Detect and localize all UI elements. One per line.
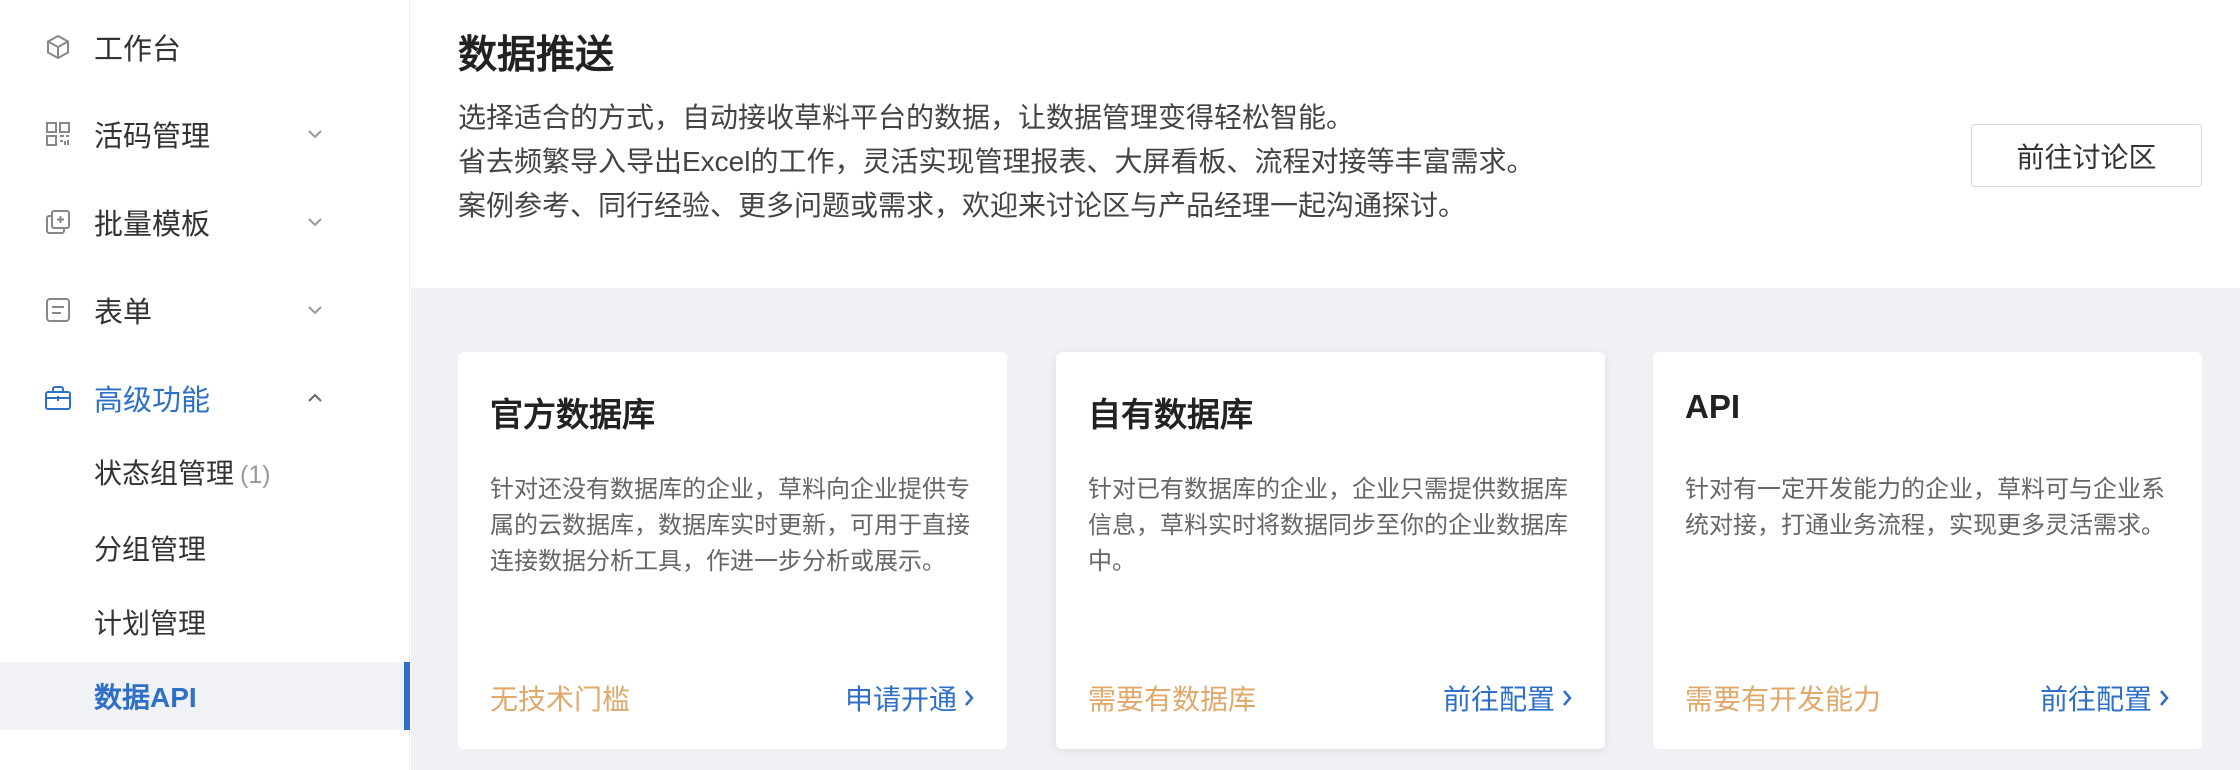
sidebar-subitem-plan[interactable]: 计划管理: [0, 588, 410, 656]
apply-link[interactable]: 申请开通: [845, 678, 975, 718]
sidebar-subitem-data-api[interactable]: 数据API: [0, 662, 410, 730]
link-label: 前往配置: [2039, 684, 2152, 715]
card-title: 官方数据库: [490, 396, 655, 433]
card-tag: 需要有数据库: [1088, 684, 1257, 715]
configure-link[interactable]: 前往配置: [2040, 678, 2170, 718]
sidebar-subitem-label: 状态组管理 (1): [94, 458, 271, 489]
sidebar-subitem-label: 计划管理: [94, 608, 207, 639]
description-line: 省去频繁导入导出Excel的工作，灵活实现管理报表、大屏看板、流程对接等丰富需求…: [458, 146, 1535, 177]
count-badge: (1): [240, 461, 271, 489]
sidebar-subitem-label: 分组管理: [94, 534, 207, 565]
card-description: 针对已有数据库的企业，企业只需提供数据库信息，草料实时将数据同步至你的企业数据库…: [1088, 476, 1568, 575]
description-line: 案例参考、同行经验、更多问题或需求，欢迎来讨论区与产品经理一起沟通探讨。: [458, 190, 1467, 221]
configure-link[interactable]: 前往配置: [1443, 678, 1573, 718]
sidebar-item-advanced[interactable]: 高级功能: [0, 364, 410, 432]
card-description: 针对还没有数据库的企业，草料向企业提供专属的云数据库，数据库实时更新，可用于直接…: [490, 476, 970, 575]
sidebar-subitem-status-group[interactable]: 状态组管理 (1): [0, 438, 410, 506]
card-own-database: 自有数据库 针对已有数据库的企业，企业只需提供数据库信息，草料实时将数据同步至你…: [1056, 352, 1605, 749]
sidebar-item-qrcode-management[interactable]: 活码管理: [0, 100, 410, 168]
sidebar-item-workbench[interactable]: 工作台: [0, 13, 410, 81]
chevron-up-icon: [304, 387, 326, 409]
forum-button[interactable]: 前往讨论区: [1971, 124, 2202, 187]
qrcode-grid-icon: [43, 119, 73, 149]
sidebar-item-label: 高级功能: [94, 385, 211, 417]
card-tag: 无技术门槛: [490, 684, 631, 715]
chevron-down-icon: [304, 123, 326, 145]
card-api: API 针对有一定开发能力的企业，草料可与企业系统对接，打通业务流程，实现更多灵…: [1653, 352, 2202, 749]
description-line: 选择适合的方式，自动接收草料平台的数据，让数据管理变得轻松智能。: [458, 102, 1355, 133]
chevron-right-icon: [2158, 688, 2170, 708]
chevron-right-icon: [963, 688, 975, 708]
main-content: 官方数据库 针对还没有数据库的企业，草料向企业提供专属的云数据库，数据库实时更新…: [411, 288, 2240, 770]
card-title: API: [1685, 388, 1741, 425]
link-label: 前往配置: [1442, 684, 1555, 715]
sidebar-item-label: 批量模板: [94, 209, 211, 241]
sidebar: 工作台 活码管理 批量模板 表单 高级功能 状态组管理 (1) 分组管理 计划管…: [0, 0, 410, 770]
sidebar-item-batch-template[interactable]: 批量模板: [0, 188, 410, 256]
card-official-database: 官方数据库 针对还没有数据库的企业，草料向企业提供专属的云数据库，数据库实时更新…: [458, 352, 1007, 749]
sidebar-item-label: 表单: [94, 297, 153, 329]
link-label: 申请开通: [844, 684, 957, 715]
sidebar-subitem-label: 数据API: [94, 682, 197, 713]
sidebar-subitem-group[interactable]: 分组管理: [0, 514, 410, 582]
chevron-right-icon: [1561, 688, 1573, 708]
card-tag: 需要有开发能力: [1685, 684, 1882, 715]
card-description: 针对有一定开发能力的企业，草料可与企业系统对接，打通业务流程，实现更多灵活需求。: [1685, 476, 2165, 539]
briefcase-icon: [43, 383, 73, 413]
sidebar-item-form[interactable]: 表单: [0, 276, 410, 344]
chevron-down-icon: [304, 299, 326, 321]
copy-template-icon: [43, 207, 73, 237]
cube-icon: [43, 32, 73, 62]
page-header: 数据推送 选择适合的方式，自动接收草料平台的数据，让数据管理变得轻松智能。 省去…: [411, 0, 2240, 288]
chevron-down-icon: [304, 211, 326, 233]
sidebar-item-label: 活码管理: [94, 121, 211, 153]
sidebar-item-label: 工作台: [94, 34, 182, 66]
form-list-icon: [43, 295, 73, 325]
card-title: 自有数据库: [1088, 396, 1253, 433]
page-title: 数据推送: [458, 34, 615, 77]
